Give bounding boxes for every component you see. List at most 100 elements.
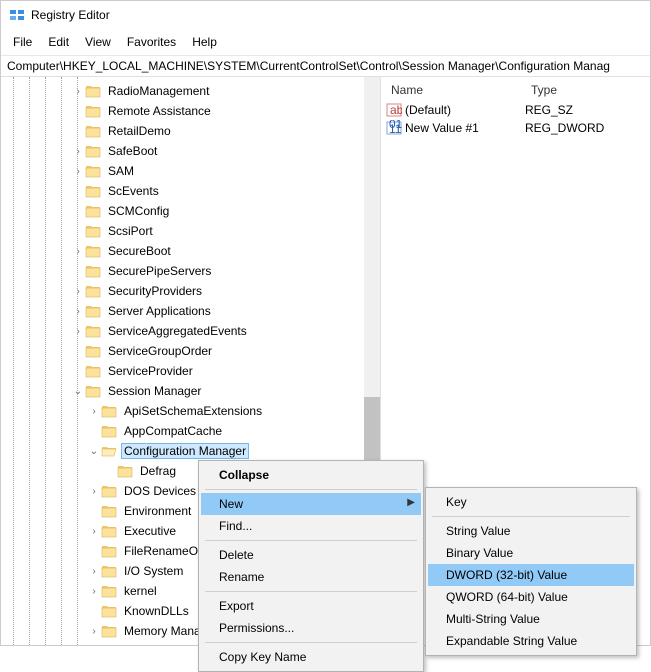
tree-row[interactable]: ›RadioManagement — [1, 81, 380, 101]
ctx-delete[interactable]: Delete — [201, 544, 421, 566]
column-type-header[interactable]: Type — [525, 81, 646, 99]
tree-toggle-icon[interactable] — [71, 366, 85, 377]
tree-toggle-icon[interactable] — [71, 106, 85, 117]
tree-row[interactable]: RetailDemo — [1, 121, 380, 141]
ctx-new-multistring[interactable]: Multi-String Value — [428, 608, 634, 630]
tree-toggle-icon[interactable]: › — [87, 626, 101, 637]
menu-edit[interactable]: Edit — [40, 31, 77, 53]
folder-icon — [85, 364, 101, 378]
tree-item-label: Executive — [121, 523, 179, 539]
tree-toggle-icon[interactable] — [87, 606, 101, 617]
tree-row[interactable]: SCMConfig — [1, 201, 380, 221]
tree-toggle-icon[interactable]: › — [71, 306, 85, 317]
tree-row[interactable]: ⌄Session Manager — [1, 381, 380, 401]
value-row[interactable]: ab(Default)REG_SZ — [381, 101, 650, 119]
tree-row[interactable]: › SafeBoot — [1, 141, 380, 161]
folder-icon — [85, 224, 101, 238]
svg-text:110: 110 — [389, 122, 402, 136]
ctx-permissions[interactable]: Permissions... — [201, 617, 421, 639]
tree-toggle-icon[interactable]: › — [71, 246, 85, 257]
tree-item-label: ScEvents — [105, 183, 162, 199]
ctx-new-binary[interactable]: Binary Value — [428, 542, 634, 564]
tree-toggle-icon[interactable]: › — [71, 86, 85, 97]
tree-row[interactable]: ›ServiceAggregatedEvents — [1, 321, 380, 341]
tree-toggle-icon[interactable] — [71, 346, 85, 357]
tree-toggle-icon[interactable]: › — [87, 566, 101, 577]
tree-toggle-icon[interactable]: ⌄ — [87, 446, 101, 457]
tree-toggle-icon[interactable]: › — [87, 586, 101, 597]
values-header: Name Type — [381, 79, 650, 101]
regedit-icon — [9, 7, 25, 23]
tree-row[interactable]: SecurePipeServers — [1, 261, 380, 281]
tree-row[interactable]: ScEvents — [1, 181, 380, 201]
tree-row[interactable]: ›Server Applications — [1, 301, 380, 321]
tree-toggle-icon[interactable] — [71, 206, 85, 217]
folder-icon — [85, 164, 101, 178]
string-value-icon: ab — [385, 102, 403, 118]
tree-toggle-icon[interactable] — [71, 126, 85, 137]
tree-row[interactable]: ScsiPort — [1, 221, 380, 241]
folder-icon — [101, 444, 117, 458]
ctx-new-expandstring[interactable]: Expandable String Value — [428, 630, 634, 646]
menu-help[interactable]: Help — [184, 31, 225, 53]
folder-icon — [85, 204, 101, 218]
folder-icon — [85, 124, 101, 138]
menu-favorites[interactable]: Favorites — [119, 31, 184, 53]
tree-toggle-icon[interactable]: › — [71, 326, 85, 337]
tree-item-label: SecurityProviders — [105, 283, 205, 299]
ctx-new-dword[interactable]: DWORD (32-bit) Value — [428, 564, 634, 586]
tree-toggle-icon[interactable] — [87, 426, 101, 437]
folder-icon — [85, 284, 101, 298]
ctx-new[interactable]: New ▶ — [201, 493, 421, 515]
ctx-find[interactable]: Find... — [201, 515, 421, 537]
tree-toggle-icon[interactable] — [71, 266, 85, 277]
tree-item-label: SafeBoot — [105, 143, 160, 159]
value-row[interactable]: 011110New Value #1REG_DWORD — [381, 119, 650, 137]
tree-toggle-icon[interactable] — [71, 186, 85, 197]
tree-toggle-icon[interactable] — [87, 506, 101, 517]
ctx-new-string[interactable]: String Value — [428, 520, 634, 542]
tree-toggle-icon[interactable] — [71, 226, 85, 237]
menu-view[interactable]: View — [77, 31, 119, 53]
menu-file[interactable]: File — [5, 31, 40, 53]
folder-icon — [117, 464, 133, 478]
tree-row[interactable]: ›ApiSetSchemaExtensions — [1, 401, 380, 421]
tree-toggle-icon[interactable]: › — [87, 406, 101, 417]
tree-row[interactable]: ServiceProvider — [1, 361, 380, 381]
submenu-arrow-icon: ▶ — [407, 497, 415, 508]
tree-toggle-icon[interactable]: › — [87, 526, 101, 537]
tree-toggle-icon[interactable]: › — [71, 166, 85, 177]
value-name: (Default) — [405, 103, 525, 117]
dword-value-icon: 011110 — [385, 120, 403, 136]
tree-row[interactable]: › SecurityProviders — [1, 281, 380, 301]
tree-toggle-icon[interactable]: › — [71, 146, 85, 157]
ctx-export[interactable]: Export — [201, 595, 421, 617]
ctx-collapse[interactable]: Collapse — [201, 464, 421, 486]
folder-icon — [85, 324, 101, 338]
folder-icon — [101, 504, 117, 518]
tree-item-label: Configuration Manager — [121, 443, 249, 459]
context-menu-key: Collapse New ▶ Find... Delete Rename Exp… — [198, 460, 424, 646]
ctx-rename[interactable]: Rename — [201, 566, 421, 588]
ctx-separator — [205, 489, 417, 490]
tree-row[interactable]: ServiceGroupOrder — [1, 341, 380, 361]
tree-toggle-icon[interactable]: › — [87, 486, 101, 497]
tree-row[interactable]: ⌄ Configuration Manager — [1, 441, 380, 461]
ctx-new-key[interactable]: Key — [428, 491, 634, 513]
registry-editor-window: Registry Editor File Edit View Favorites… — [0, 0, 651, 646]
value-type: REG_DWORD — [525, 121, 646, 135]
tree-toggle-icon[interactable]: ⌄ — [71, 386, 85, 397]
ctx-new-label: New — [219, 497, 243, 511]
tree-toggle-icon[interactable]: › — [71, 286, 85, 297]
ctx-separator — [205, 591, 417, 592]
tree-row[interactable]: ›SecureBoot — [1, 241, 380, 261]
tree-toggle-icon[interactable] — [103, 466, 117, 477]
tree-row[interactable]: AppCompatCache — [1, 421, 380, 441]
context-menu-new: Key String Value Binary Value DWORD (32-… — [425, 487, 637, 646]
address-bar[interactable]: Computer\HKEY_LOCAL_MACHINE\SYSTEM\Curre… — [1, 56, 650, 77]
tree-row[interactable]: ›SAM — [1, 161, 380, 181]
tree-toggle-icon[interactable] — [87, 546, 101, 557]
column-name-header[interactable]: Name — [385, 81, 525, 99]
tree-row[interactable]: Remote Assistance — [1, 101, 380, 121]
ctx-new-qword[interactable]: QWORD (64-bit) Value — [428, 586, 634, 608]
